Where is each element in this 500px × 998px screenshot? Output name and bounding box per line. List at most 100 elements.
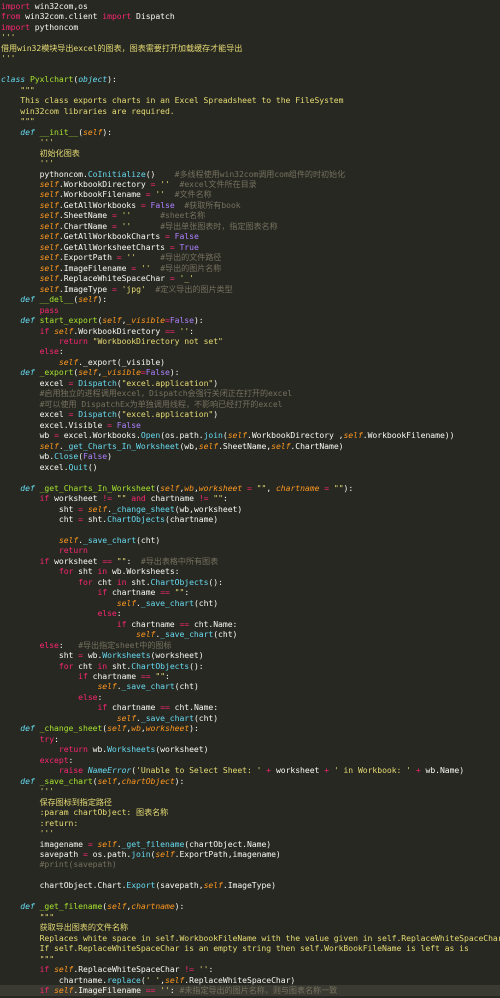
code-line[interactable]: cht = sht.ChartObjects(chartname): [0, 514, 500, 524]
code-line[interactable]: else:: [0, 608, 500, 618]
code-line[interactable]: def _change_sheet(self,wb,worksheet):: [0, 723, 500, 733]
code-line[interactable]: self._save_chart(cht): [0, 713, 500, 723]
code-line[interactable]: else: #导出指定sheet中的图标: [0, 640, 500, 650]
code-line[interactable]: return "WorkbookDirectory not set": [0, 336, 500, 346]
code-line[interactable]: ''': [0, 786, 500, 796]
code-line[interactable]: self._save_chart(cht): [0, 629, 500, 639]
code-line[interactable]: self.GetAllWorksheetCharts = True: [0, 242, 500, 252]
code-line[interactable]: excel.Quit(): [0, 462, 500, 472]
code-line[interactable]: #print(savepath): [0, 859, 500, 869]
code-line[interactable]: def __del__(self):: [0, 294, 500, 304]
code-line[interactable]: self.GetAllWorkbooks = False #获取所有book: [0, 200, 500, 210]
code-line[interactable]: def _save_chart(self,chartObject):: [0, 776, 500, 786]
code-line[interactable]: if chartname == cht.Name:: [0, 702, 500, 712]
code-line[interactable]: from win32com.client import Dispatch: [0, 11, 500, 21]
code-line[interactable]: self._export(_visible): [0, 357, 500, 367]
code-line[interactable]: ''': [0, 32, 500, 42]
code-line[interactable]: """: [0, 912, 500, 922]
code-line[interactable]: return wb.Worksheets(worksheet): [0, 744, 500, 754]
code-line[interactable]: return: [0, 545, 500, 555]
code-line[interactable]: for cht in sht.ChartObjects():: [0, 661, 500, 671]
code-line[interactable]: wb = excel.Workbooks.Open(os.path.join(s…: [0, 430, 500, 440]
code-line[interactable]: self.WorkbookFilename = '' #文件名称: [0, 189, 500, 199]
code-line[interactable]: 初始化图表: [0, 148, 500, 158]
code-line[interactable]: else:: [0, 346, 500, 356]
code-line[interactable]: def __init__(self):: [0, 127, 500, 137]
code-line[interactable]: self.GetAllWorkbookCharts = False: [0, 231, 500, 241]
code-line[interactable]: for sht in wb.Worksheets:: [0, 566, 500, 576]
code-line[interactable]: sht = wb.Worksheets(worksheet): [0, 650, 500, 660]
code-line[interactable]: self._save_chart(cht): [0, 598, 500, 608]
code-line[interactable]: [0, 64, 500, 74]
code-line[interactable]: [0, 870, 500, 880]
code-line[interactable]: raise NameError('Unable to Select Sheet:…: [0, 765, 500, 775]
code-line[interactable]: self.WorkbookDirectory = '' #excel文件所在目录: [0, 179, 500, 189]
code-token: self: [39, 210, 59, 221]
code-line[interactable]: savepath = os.path.join(self.ExportPath,…: [0, 849, 500, 859]
code-line[interactable]: sht = self._change_sheet(wb,worksheet): [0, 504, 500, 514]
code-line[interactable]: self.SheetName = '' #sheet名称: [0, 210, 500, 220]
code-line[interactable]: self._save_chart(cht): [0, 535, 500, 545]
code-line[interactable]: if self.ImageFilename == '': #未指定导出的图片名称…: [0, 985, 500, 996]
code-line[interactable]: pythoncom.CoInitialize() #多线程使用win32com调…: [0, 169, 500, 179]
code-line[interactable]: [0, 891, 500, 901]
code-line[interactable]: #启用独立的进程调用excel，Dispatch会强行关闭正在打开的excel: [0, 388, 500, 398]
code-line[interactable]: :return:: [0, 818, 500, 828]
code-line[interactable]: If self.ReplaceWhiteSpaceChar is an empt…: [0, 943, 500, 953]
code-line[interactable]: self.ReplaceWhiteSpaceChar = '_': [0, 273, 500, 283]
code-line[interactable]: self.ImageType = 'jpg' #定义导出的图片类型: [0, 284, 500, 294]
code-line[interactable]: win32com libraries are required.: [0, 106, 500, 116]
code-line[interactable]: excel.Visible = False: [0, 420, 500, 430]
code-line[interactable]: ''': [0, 828, 500, 838]
code-line[interactable]: if chartname == "":: [0, 671, 500, 681]
code-line[interactable]: """: [0, 116, 500, 126]
code-line[interactable]: def start_export(self,_visible=False):: [0, 315, 500, 325]
code-line[interactable]: [0, 524, 500, 534]
code-line[interactable]: if self.ReplaceWhiteSpaceChar != '':: [0, 964, 500, 974]
code-line[interactable]: if worksheet == "": #导出表格中所有图表: [0, 556, 500, 566]
code-line[interactable]: chartname.replace(' ',self.ReplaceWhiteS…: [0, 975, 500, 985]
code-line[interactable]: self._save_chart(cht): [0, 681, 500, 691]
code-line[interactable]: chartObject.Chart.Export(savepath,self.I…: [0, 880, 500, 890]
code-line[interactable]: #可以使用 DispatchEx为单独调用线程，不影响已经打开的excel: [0, 399, 500, 409]
code-line[interactable]: if chartname == "":: [0, 587, 500, 597]
code-token: Dispatch: [131, 11, 175, 22]
code-line[interactable]: pass: [0, 305, 500, 315]
code-line[interactable]: :param chartObject: 图表名称: [0, 807, 500, 817]
code-line[interactable]: self.ChartName = '' #导出单张图表时，指定图表名称: [0, 221, 500, 231]
code-line[interactable]: def _get_filename(self,chartname):: [0, 901, 500, 911]
code-line[interactable]: ''': [0, 137, 500, 147]
code-line[interactable]: wb.Close(False): [0, 451, 500, 461]
code-line[interactable]: ''': [0, 53, 500, 63]
code-line[interactable]: 保存图标到指定路径: [0, 797, 500, 807]
code-line[interactable]: else:: [0, 692, 500, 702]
code-line[interactable]: 获取导出图表的文件名称: [0, 922, 500, 932]
code-line[interactable]: [0, 472, 500, 482]
code-line[interactable]: excel = Dispatch("excel.application"): [0, 378, 500, 388]
code-line[interactable]: ''': [0, 158, 500, 168]
code-line[interactable]: excel = Dispatch("excel.application"): [0, 409, 500, 419]
code-line[interactable]: def _export(self,_visible=False):: [0, 367, 500, 377]
code-line[interactable]: def _get_Charts_In_Worksheet(self,wb,wor…: [0, 483, 500, 493]
code-line[interactable]: self.ExportPath = '' #导出的文件路径: [0, 252, 500, 262]
code-line[interactable]: imagename = self._get_filename(chartObje…: [0, 839, 500, 849]
code-line[interactable]: Replaces white space in self.WorkbookFil…: [0, 933, 500, 943]
code-line[interactable]: 借用win32模块导出excel的图表，图表需要打开加载缓存才能导出: [0, 43, 500, 53]
code-line[interactable]: self._get_Charts_In_Worksheet(wb,self.Sh…: [0, 441, 500, 451]
code-line[interactable]: if chartname == cht.Name:: [0, 619, 500, 629]
code-line[interactable]: import pythoncom: [0, 22, 500, 32]
code-line[interactable]: if self.WorkbookDirectory == '':: [0, 326, 500, 336]
code-line[interactable]: except:: [0, 755, 500, 765]
code-line[interactable]: for cht in sht.ChartObjects():: [0, 577, 500, 587]
code-token: 借用win32模块导出excel的图表，图表需要打开加载缓存才能导出: [1, 42, 243, 53]
code-line[interactable]: """: [0, 85, 500, 95]
code-line[interactable]: self.ImageFilename = '' #导出的图片名称: [0, 263, 500, 273]
code-token: ):: [193, 315, 204, 326]
code-line[interactable]: """: [0, 954, 500, 964]
code-line[interactable]: import win32com,os: [0, 1, 500, 11]
code-line[interactable]: try:: [0, 734, 500, 744]
code-editor[interactable]: import win32com,os from win32com.client i…: [0, 0, 500, 998]
code-line[interactable]: class Pyxlchart(object):: [0, 74, 500, 84]
code-line[interactable]: if worksheet != "" and chartname != "":: [0, 493, 500, 503]
code-line[interactable]: This class exports charts in an Excel Sp…: [0, 95, 500, 105]
